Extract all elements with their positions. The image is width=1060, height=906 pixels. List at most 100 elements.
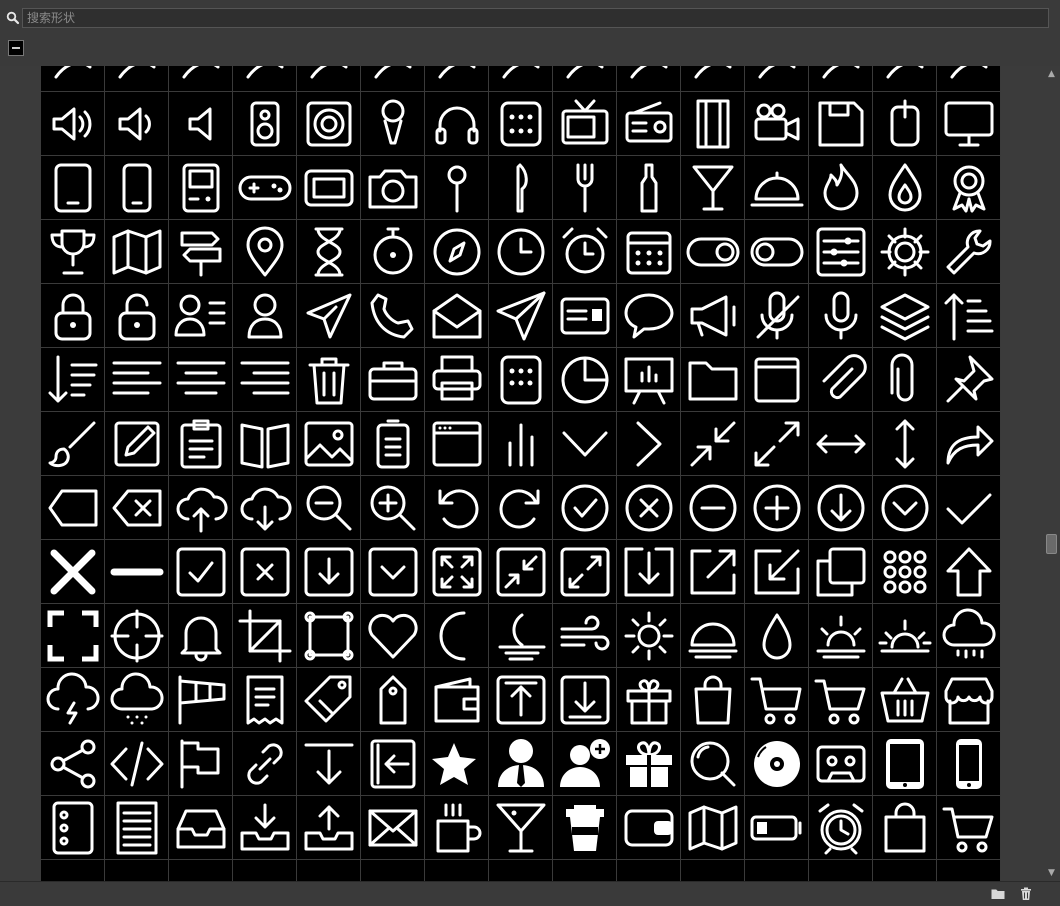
shape-cell[interactable] <box>809 540 873 604</box>
shape-cell[interactable] <box>169 732 233 796</box>
shape-cell[interactable] <box>745 348 809 412</box>
shape-cell[interactable] <box>937 92 1001 156</box>
shape-cell[interactable] <box>809 66 873 92</box>
shape-cell[interactable] <box>681 66 745 92</box>
shape-cell[interactable] <box>169 540 233 604</box>
shape-cell[interactable] <box>873 156 937 220</box>
shape-cell[interactable] <box>809 796 873 860</box>
shape-cell[interactable] <box>681 476 745 540</box>
shape-cell[interactable] <box>617 412 681 476</box>
shape-cell[interactable] <box>169 860 233 881</box>
preset-thumbnail-icon[interactable] <box>8 40 24 56</box>
shape-cell[interactable] <box>425 66 489 92</box>
shape-cell[interactable] <box>553 348 617 412</box>
shape-cell[interactable] <box>489 348 553 412</box>
shape-cell[interactable] <box>425 92 489 156</box>
shape-cell[interactable] <box>233 668 297 732</box>
shape-cell[interactable] <box>553 860 617 881</box>
shape-cell[interactable] <box>617 348 681 412</box>
shape-cell[interactable] <box>105 732 169 796</box>
shape-cell[interactable] <box>745 92 809 156</box>
shape-cell[interactable] <box>617 540 681 604</box>
shape-cell[interactable] <box>41 348 105 412</box>
shape-cell[interactable] <box>937 796 1001 860</box>
shape-cell[interactable] <box>41 604 105 668</box>
shape-cell[interactable] <box>617 156 681 220</box>
shape-cell[interactable] <box>553 604 617 668</box>
shape-cell[interactable] <box>937 220 1001 284</box>
shape-cell[interactable] <box>425 476 489 540</box>
shape-cell[interactable] <box>745 604 809 668</box>
shape-cell[interactable] <box>169 668 233 732</box>
shape-cell[interactable] <box>681 860 745 881</box>
shape-cell[interactable] <box>745 732 809 796</box>
shape-cell[interactable] <box>873 732 937 796</box>
shape-cell[interactable] <box>361 156 425 220</box>
shape-cell[interactable] <box>681 796 745 860</box>
shape-cell[interactable] <box>553 732 617 796</box>
shape-cell[interactable] <box>553 540 617 604</box>
shape-cell[interactable] <box>105 796 169 860</box>
shape-cell[interactable] <box>809 476 873 540</box>
shape-cell[interactable] <box>361 412 425 476</box>
shape-cell[interactable] <box>425 860 489 881</box>
shape-cell[interactable] <box>489 540 553 604</box>
shape-cell[interactable] <box>809 604 873 668</box>
shape-cell[interactable] <box>809 92 873 156</box>
shape-cell[interactable] <box>233 284 297 348</box>
shape-cell[interactable] <box>681 284 745 348</box>
shape-cell[interactable] <box>681 156 745 220</box>
shape-cell[interactable] <box>425 668 489 732</box>
shape-cell[interactable] <box>873 476 937 540</box>
shape-cell[interactable] <box>937 284 1001 348</box>
shape-cell[interactable] <box>937 412 1001 476</box>
shape-cell[interactable] <box>361 860 425 881</box>
shape-cell[interactable] <box>873 668 937 732</box>
shape-cell[interactable] <box>361 668 425 732</box>
shape-cell[interactable] <box>937 860 1001 881</box>
shape-cell[interactable] <box>873 220 937 284</box>
shape-cell[interactable] <box>41 668 105 732</box>
shape-cell[interactable] <box>873 92 937 156</box>
shape-cell[interactable] <box>681 540 745 604</box>
shape-cell[interactable] <box>617 732 681 796</box>
shape-cell[interactable] <box>617 796 681 860</box>
shape-cell[interactable] <box>937 476 1001 540</box>
shape-cell[interactable] <box>617 66 681 92</box>
shape-cell[interactable] <box>233 604 297 668</box>
shape-cell[interactable] <box>41 66 105 92</box>
shape-cell[interactable] <box>489 476 553 540</box>
shape-cell[interactable] <box>169 604 233 668</box>
shape-cell[interactable] <box>745 540 809 604</box>
shape-cell[interactable] <box>745 284 809 348</box>
shape-cell[interactable] <box>425 220 489 284</box>
scroll-down-icon[interactable]: ▼ <box>1047 869 1056 878</box>
shape-cell[interactable] <box>361 540 425 604</box>
shape-cell[interactable] <box>233 66 297 92</box>
shape-cell[interactable] <box>105 668 169 732</box>
shape-cell[interactable] <box>297 796 361 860</box>
vertical-scrollbar[interactable]: ▲ ▼ <box>1043 66 1060 881</box>
shape-cell[interactable] <box>553 412 617 476</box>
shape-cell[interactable] <box>297 732 361 796</box>
shape-cell[interactable] <box>361 476 425 540</box>
shape-cell[interactable] <box>809 412 873 476</box>
shape-cell[interactable] <box>169 92 233 156</box>
shape-cell[interactable] <box>297 66 361 92</box>
shape-cell[interactable] <box>233 348 297 412</box>
shape-cell[interactable] <box>809 348 873 412</box>
shape-cell[interactable] <box>489 66 553 92</box>
shape-cell[interactable] <box>297 540 361 604</box>
shape-cell[interactable] <box>617 220 681 284</box>
shape-cell[interactable] <box>553 668 617 732</box>
trash-icon[interactable] <box>1018 886 1034 902</box>
shape-cell[interactable] <box>681 92 745 156</box>
shape-cell[interactable] <box>105 92 169 156</box>
shape-cell[interactable] <box>745 668 809 732</box>
shape-cell[interactable] <box>489 156 553 220</box>
shape-cell[interactable] <box>41 540 105 604</box>
shape-cell[interactable] <box>617 604 681 668</box>
shape-cell[interactable] <box>425 284 489 348</box>
shape-cell[interactable] <box>553 476 617 540</box>
shape-cell[interactable] <box>809 220 873 284</box>
